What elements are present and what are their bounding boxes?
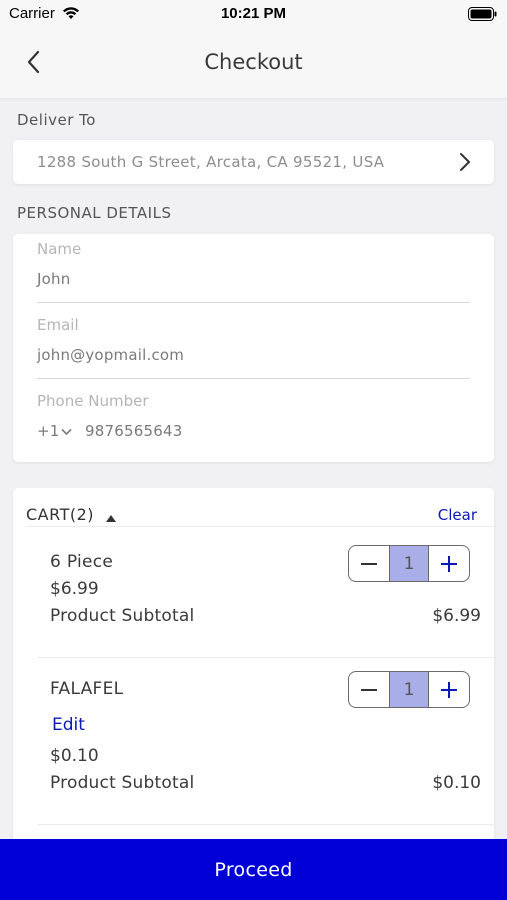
subtotal-value: $0.10: [432, 773, 481, 793]
cart-item-price: $0.10: [50, 746, 99, 766]
edit-item-link[interactable]: Edit: [52, 715, 85, 735]
cart-card: CART(2) Clear 6 Piece 1 $6.99 Product Su…: [13, 488, 494, 848]
chevron-down-icon: [60, 428, 72, 435]
deliver-to-label: Deliver To: [17, 111, 96, 129]
name-label: Name: [37, 240, 82, 258]
decrement-button[interactable]: [349, 546, 389, 581]
email-field[interactable]: john@yopmail.com: [37, 346, 184, 364]
country-code-picker[interactable]: +1: [37, 422, 72, 440]
plus-icon: [441, 555, 458, 572]
minus-icon: [360, 562, 377, 565]
nav-bar: Checkout: [0, 28, 507, 98]
subtotal-label: Product Subtotal: [50, 606, 195, 626]
divider: [37, 824, 494, 825]
caret-up-icon[interactable]: [105, 508, 117, 527]
page-title: Checkout: [204, 50, 303, 74]
name-field[interactable]: John: [37, 270, 70, 288]
clock: 10:21 PM: [220, 5, 287, 22]
subtotal-value: $6.99: [432, 606, 481, 626]
cart-item-price: $6.99: [50, 579, 99, 599]
divider: [37, 657, 494, 658]
proceed-button[interactable]: Proceed: [0, 839, 507, 900]
increment-button[interactable]: [429, 672, 469, 707]
divider: [37, 302, 470, 303]
cart-title[interactable]: CART(2): [26, 505, 94, 524]
divider: [26, 526, 494, 527]
quantity-stepper: 1: [348, 671, 470, 708]
country-code: +1: [37, 422, 60, 440]
phone-field[interactable]: 9876565643: [85, 422, 182, 440]
plus-icon: [441, 681, 458, 698]
quantity-stepper: 1: [348, 545, 470, 582]
cart-item-name: 6 Piece: [50, 552, 114, 572]
address-text: 1288 South G Street, Arcata, CA 95521, U…: [37, 153, 385, 171]
email-label: Email: [37, 316, 79, 334]
minus-icon: [360, 688, 377, 691]
address-selector[interactable]: 1288 South G Street, Arcata, CA 95521, U…: [13, 140, 494, 184]
divider: [37, 378, 470, 379]
cart-item-name: FALAFEL: [50, 679, 124, 699]
phone-label: Phone Number: [37, 392, 149, 410]
increment-button[interactable]: [429, 546, 469, 581]
battery-icon: [468, 7, 498, 26]
status-bar: Carrier 10:21 PM: [0, 0, 507, 28]
subtotal-label: Product Subtotal: [50, 773, 195, 793]
decrement-button[interactable]: [349, 672, 389, 707]
quantity-value: 1: [388, 546, 430, 581]
chevron-right-icon: [458, 152, 472, 176]
personal-details-label: PERSONAL DETAILS: [17, 204, 172, 222]
personal-details-card: Name John Email john@yopmail.com Phone N…: [13, 234, 494, 462]
clear-cart-button[interactable]: Clear: [438, 506, 477, 524]
quantity-value: 1: [388, 672, 430, 707]
